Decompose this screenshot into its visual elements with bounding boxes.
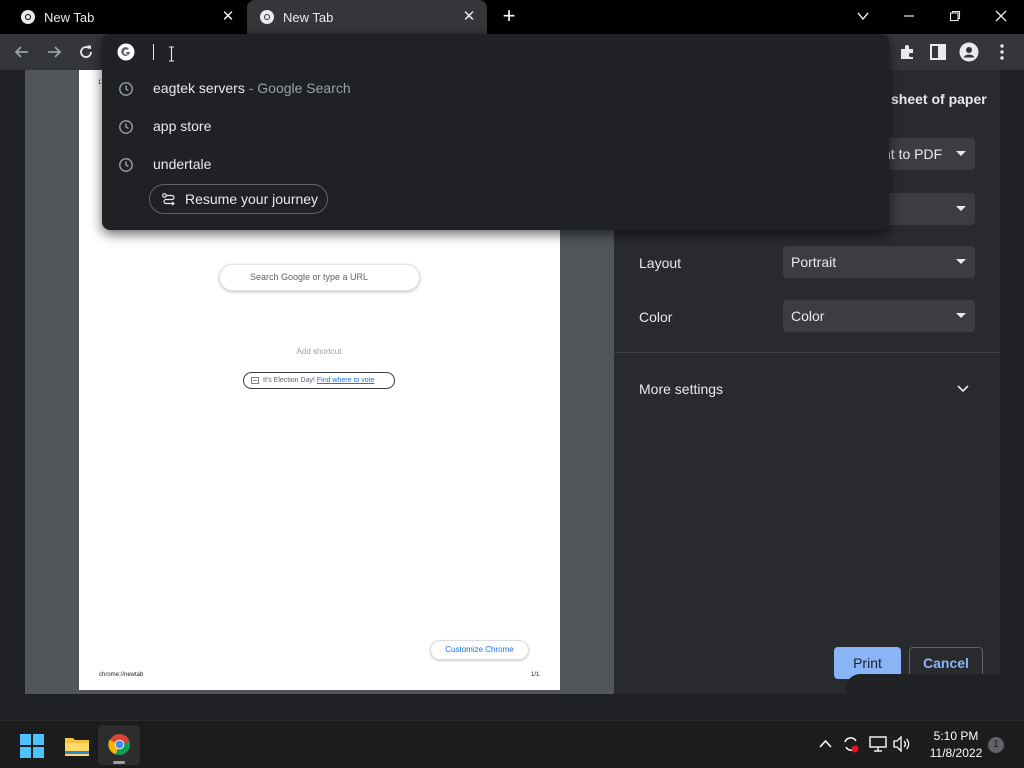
- network-icon[interactable]: [869, 736, 887, 752]
- clock-date[interactable]: 11/8/2022: [922, 746, 990, 760]
- show-hidden-icons-chevron-icon[interactable]: [819, 739, 832, 748]
- color-select[interactable]: Color: [783, 300, 975, 332]
- color-value: Color: [791, 308, 825, 324]
- tab-search-icon[interactable]: [850, 4, 876, 28]
- journey-label: Resume your journey: [185, 191, 319, 207]
- clock-time[interactable]: 5:10 PM: [922, 729, 990, 743]
- volume-icon[interactable]: [893, 736, 911, 752]
- close-tab-icon[interactable]: ✕: [461, 9, 477, 25]
- suggestion-item[interactable]: app store: [102, 108, 889, 146]
- dropdown-caret-icon: [956, 313, 966, 318]
- suggestion-text: app store: [153, 118, 212, 134]
- preview-customize-chrome: Customize Chrome: [430, 640, 529, 660]
- preview-search-box: Search Google or type a URL: [219, 264, 420, 291]
- tab-2-active[interactable]: New Tab ✕: [247, 0, 487, 34]
- chevron-down-icon[interactable]: [957, 385, 969, 393]
- close-tab-icon[interactable]: ✕: [220, 9, 236, 25]
- print-sheet-count: sheet of paper: [891, 91, 987, 107]
- profile-avatar-icon[interactable]: [959, 42, 979, 62]
- color-label: Color: [639, 309, 673, 325]
- reload-icon[interactable]: [74, 40, 98, 64]
- side-panel-icon[interactable]: [928, 42, 948, 62]
- suggestion-text: undertale: [153, 156, 212, 172]
- preview-footer-url: chrome://newtab: [99, 672, 144, 678]
- file-explorer-icon[interactable]: [64, 735, 90, 757]
- new-tab-button[interactable]: +: [498, 5, 520, 28]
- ballot-icon: [251, 377, 259, 384]
- suggestion-subtext: - Google Search: [248, 80, 351, 96]
- tab-strip: New Tab ✕ New Tab ✕ +: [0, 0, 1024, 34]
- active-indicator: [113, 761, 125, 764]
- panel-divider: [614, 352, 1000, 353]
- hidden-fab-shadow: [846, 674, 1006, 702]
- history-clock-icon: [119, 120, 133, 134]
- layout-value: Portrait: [791, 254, 837, 270]
- resume-journey-chip[interactable]: Resume your journey: [149, 184, 328, 214]
- notification-badge[interactable]: 1: [988, 737, 1004, 753]
- preview-add-shortcut: Add shortcut: [296, 347, 342, 356]
- chrome-icon: [108, 733, 131, 756]
- history-clock-icon: [119, 158, 133, 172]
- google-g-icon: [117, 43, 135, 61]
- chrome-icon: [21, 10, 35, 24]
- tab-1[interactable]: New Tab ✕: [0, 0, 246, 34]
- more-settings-toggle[interactable]: More settings: [639, 381, 723, 397]
- menu-kebab-icon[interactable]: [992, 42, 1012, 62]
- minimize-icon[interactable]: [896, 4, 922, 28]
- preview-election-banner: It's Election Day! Find where to vote: [243, 372, 395, 389]
- suggestion-item[interactable]: undertale: [102, 146, 889, 184]
- chrome-taskbar-button[interactable]: [98, 725, 140, 765]
- layout-label: Layout: [639, 255, 682, 271]
- extensions-icon[interactable]: [897, 42, 917, 62]
- back-icon[interactable]: [10, 40, 34, 64]
- chrome-icon: [260, 10, 274, 24]
- election-text: It's Election Day!: [263, 377, 315, 384]
- suggestion-text: eagtek servers: [153, 80, 245, 96]
- ibeam-cursor-icon: [169, 46, 174, 62]
- dropdown-caret-icon: [956, 151, 966, 156]
- preview-footer-page: 1/1: [531, 672, 540, 678]
- start-icon[interactable]: [20, 734, 44, 758]
- election-link: Find where to vote: [316, 377, 375, 384]
- omnibox-dropdown: eagtek servers - Google Search app store…: [102, 34, 889, 230]
- layout-select[interactable]: Portrait: [783, 246, 975, 278]
- suggestion-item[interactable]: eagtek servers - Google Search: [102, 70, 889, 108]
- restore-icon[interactable]: [942, 4, 968, 28]
- dropdown-caret-icon: [956, 259, 966, 264]
- paper-header-date: 1: [98, 80, 102, 86]
- pages-select[interactable]: [883, 193, 975, 225]
- tab-title: New Tab: [283, 9, 334, 25]
- preview-search-placeholder: Search Google or type a URL: [250, 272, 369, 282]
- windows-taskbar: 5:10 PM 11/8/2022 1: [0, 720, 1024, 768]
- destination-value: nt to PDF: [883, 146, 943, 162]
- forward-icon[interactable]: [42, 40, 66, 64]
- journey-icon: [162, 193, 175, 206]
- sync-icon[interactable]: [842, 735, 860, 753]
- destination-select[interactable]: nt to PDF: [883, 138, 975, 170]
- text-caret: [153, 44, 154, 60]
- history-clock-icon: [119, 82, 133, 96]
- tab-title: New Tab: [44, 9, 95, 25]
- dropdown-caret-icon: [956, 206, 966, 211]
- window-close-icon[interactable]: [988, 4, 1014, 28]
- omnibox-input[interactable]: [150, 40, 850, 64]
